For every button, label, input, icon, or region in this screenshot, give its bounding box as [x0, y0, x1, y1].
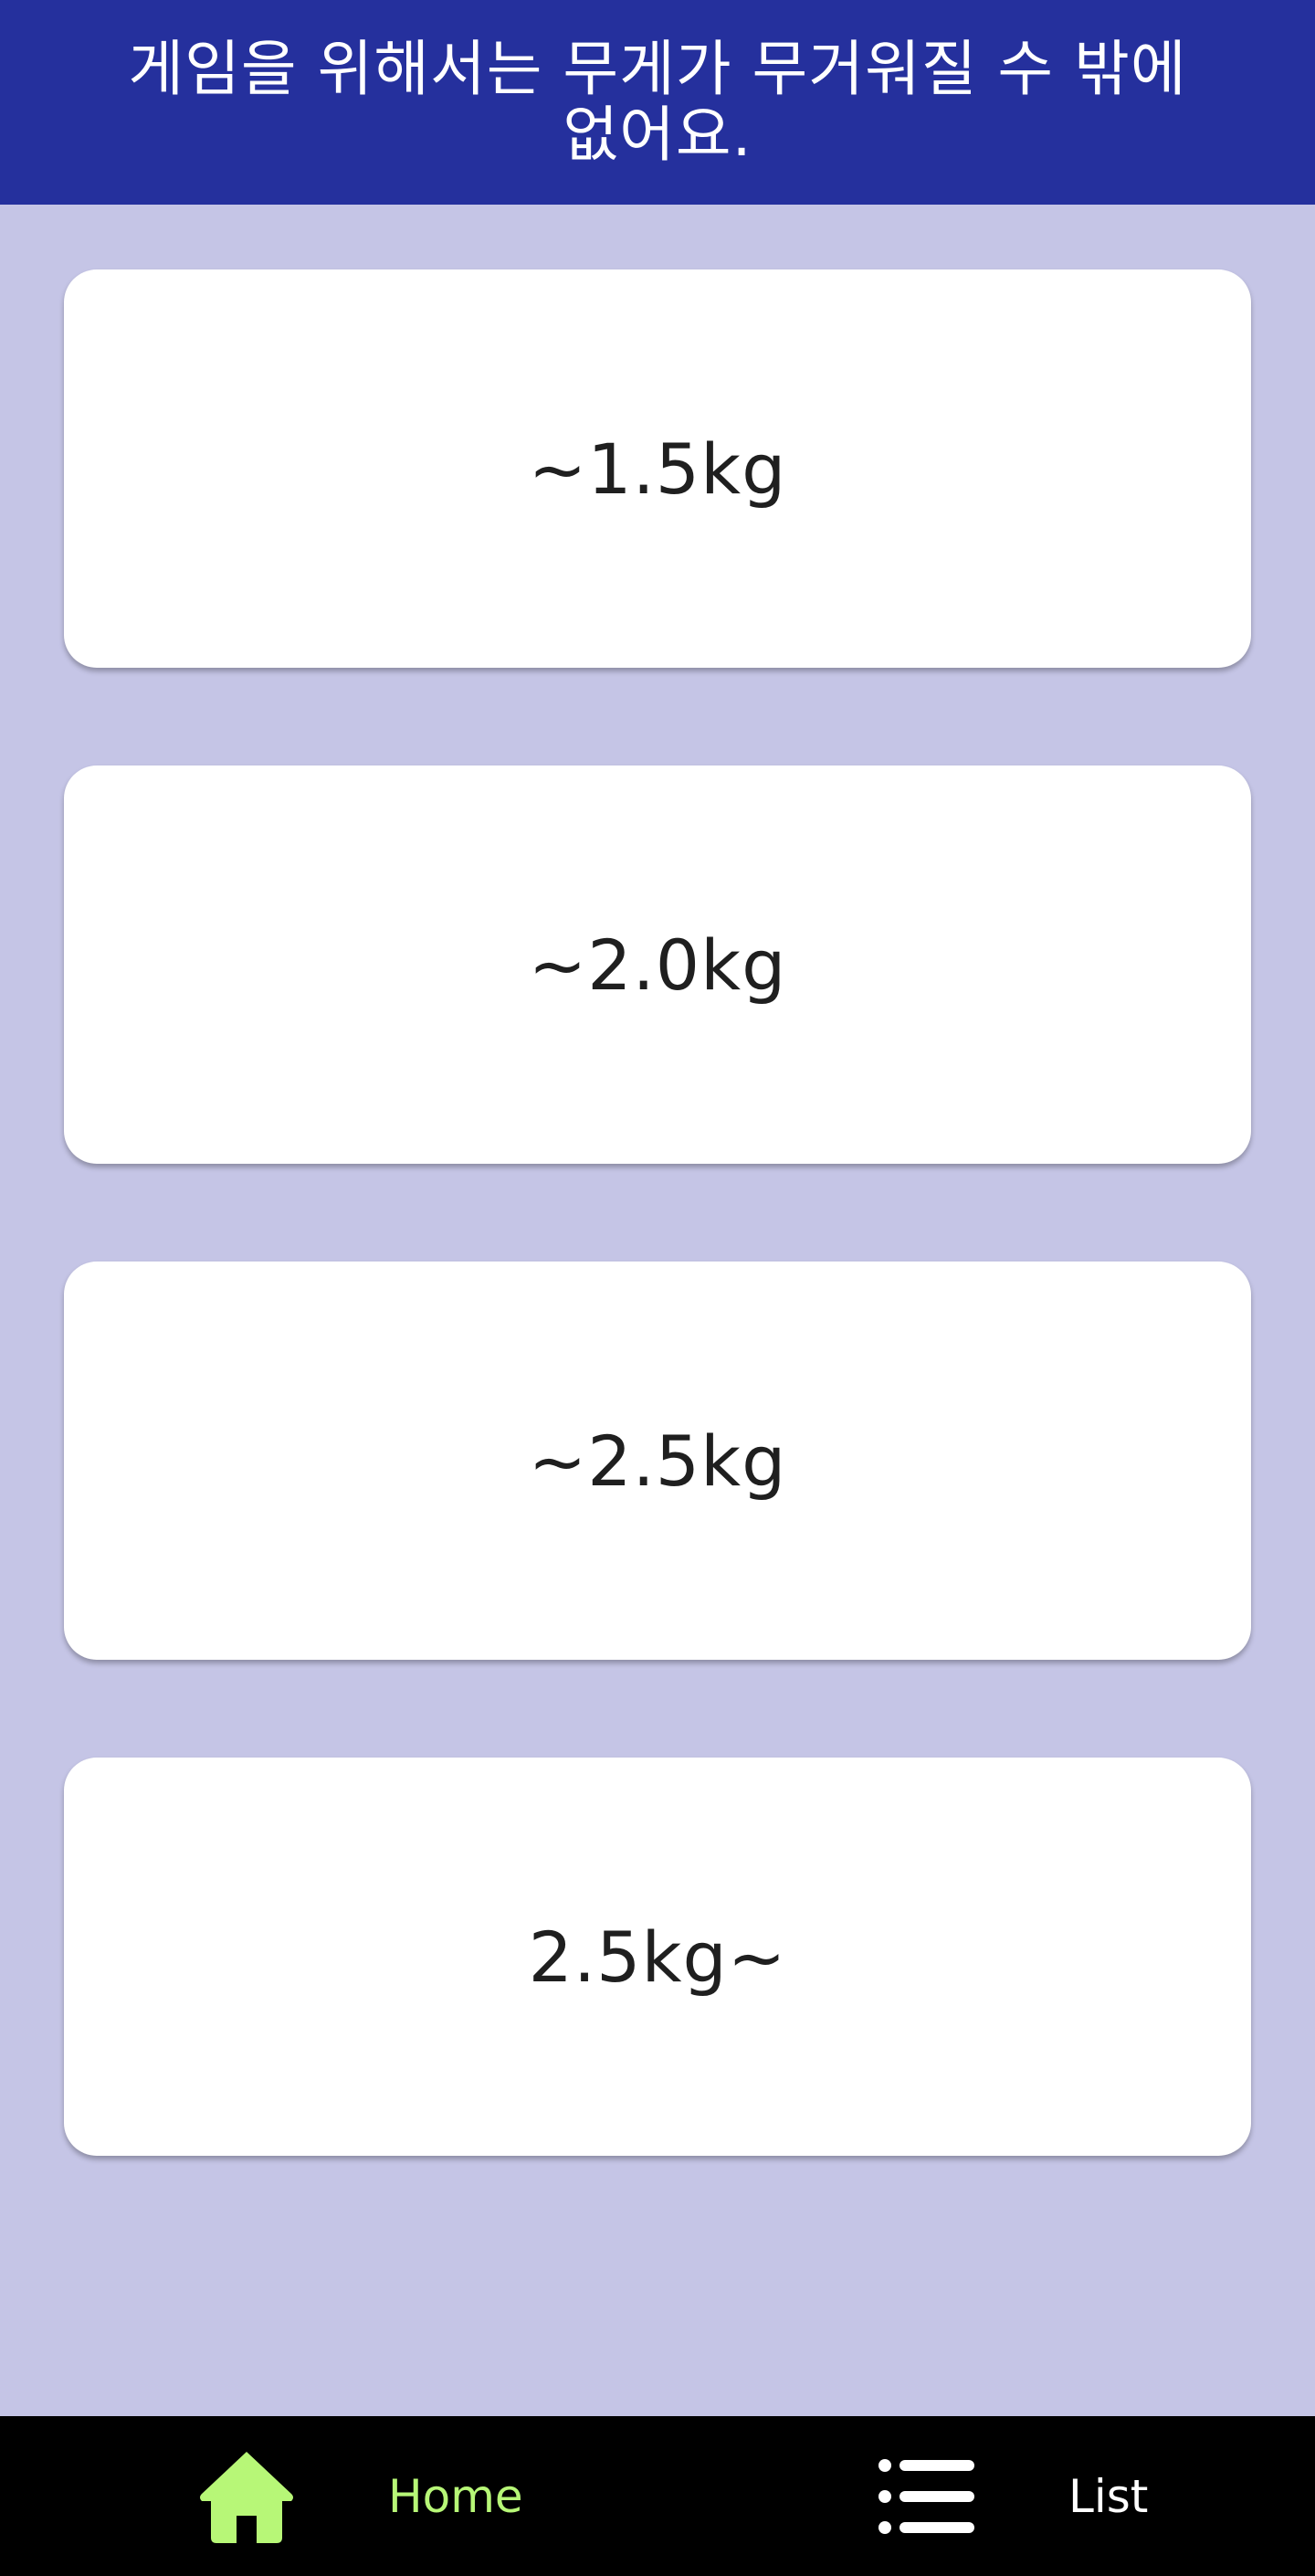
header-bar: 게임을 위해서는 무게가 무거워질 수 밖에 없어요. [0, 0, 1315, 205]
nav-home-button[interactable]: Home [196, 2444, 523, 2549]
list-icon [877, 2446, 977, 2547]
weight-option-label: ~1.5kg [528, 428, 787, 510]
weight-option-label: ~2.0kg [528, 924, 787, 1006]
page-title: 게임을 위해서는 무게가 무거워질 수 밖에 없어요. [128, 34, 1187, 170]
nav-list-button[interactable]: List [877, 2444, 1148, 2549]
nav-list-label: List [1068, 2469, 1149, 2523]
home-icon [196, 2446, 297, 2547]
bottom-navigation: Home List [0, 2416, 1315, 2576]
weight-option-card[interactable]: ~2.5kg [64, 1262, 1251, 1660]
nav-home-label: Home [388, 2469, 523, 2523]
weight-option-card[interactable]: ~2.0kg [64, 765, 1251, 1164]
weight-option-card[interactable]: 2.5kg~ [64, 1758, 1251, 2156]
weight-option-card[interactable]: ~1.5kg [64, 269, 1251, 668]
weight-options-list: ~1.5kg ~2.0kg ~2.5kg 2.5kg~ [64, 269, 1251, 2254]
weight-option-label: ~2.5kg [528, 1420, 787, 1502]
weight-option-label: 2.5kg~ [528, 1916, 787, 1998]
